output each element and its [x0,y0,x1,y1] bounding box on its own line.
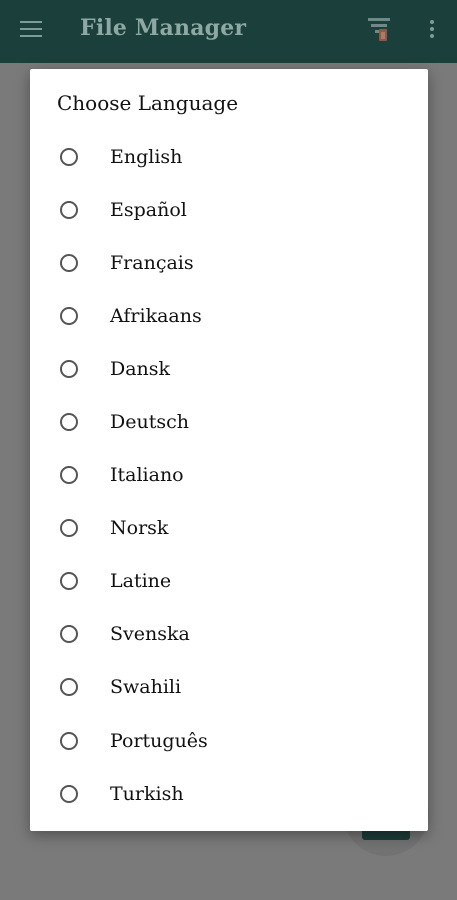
language-option-deutsch[interactable]: Deutsch [30,395,428,448]
option-label: Svenska [110,623,190,646]
radio-button[interactable] [60,466,78,485]
language-option-italiano[interactable]: Italiano [30,449,428,502]
sort-filter-icon[interactable] [366,16,392,44]
radio-button[interactable] [60,519,78,538]
option-label: Français [110,251,194,274]
app-title: File Manager [80,15,247,41]
more-vert-icon[interactable] [428,20,436,42]
radio-button[interactable] [60,413,78,432]
language-option-norsk[interactable]: Norsk [30,502,428,555]
option-label: Español [110,198,187,221]
language-options-list: English Español Français Afrikaans Dansk… [30,130,428,820]
radio-button[interactable] [60,147,78,166]
dialog-title: Choose Language [57,91,239,115]
language-option-swahili[interactable]: Swahili [30,661,428,714]
radio-button[interactable] [60,731,78,750]
option-label: Swahili [110,676,182,699]
option-label: English [110,145,183,168]
language-option-espanol[interactable]: Español [30,183,428,236]
radio-button[interactable] [60,306,78,325]
option-label: Latine [110,570,172,593]
option-label: Italiano [110,464,184,487]
language-option-turkish[interactable]: Turkish [30,767,428,820]
language-option-latine[interactable]: Latine [30,555,428,608]
language-option-english[interactable]: English [30,130,428,183]
language-option-svenska[interactable]: Svenska [30,608,428,661]
language-dialog: Choose Language English Español Français… [30,69,428,831]
language-option-francais[interactable]: Français [30,236,428,289]
radio-button[interactable] [60,678,78,697]
option-label: Turkish [110,782,184,805]
option-label: Português [110,729,208,752]
language-option-portugues[interactable]: Português [30,714,428,767]
radio-button[interactable] [60,572,78,591]
radio-button[interactable] [60,625,78,644]
radio-button[interactable] [60,784,78,803]
option-label: Deutsch [110,411,189,434]
language-option-dansk[interactable]: Dansk [30,342,428,395]
language-option-afrikaans[interactable]: Afrikaans [30,289,428,342]
option-label: Norsk [110,517,169,540]
radio-button[interactable] [60,200,78,219]
radio-button[interactable] [60,253,78,272]
option-label: Afrikaans [110,304,202,327]
radio-button[interactable] [60,359,78,378]
option-label: Dansk [110,357,171,380]
app-bar: File Manager [0,0,457,63]
hamburger-menu-icon[interactable] [20,21,42,39]
